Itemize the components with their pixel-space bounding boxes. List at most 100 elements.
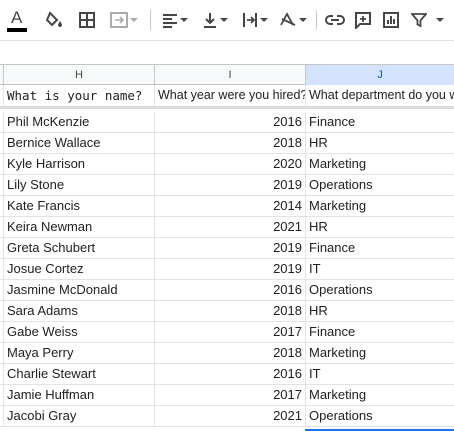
cell-department[interactable]: IT — [306, 259, 454, 279]
column-header-row: H I J — [0, 64, 454, 85]
text-color-button[interactable]: A — [4, 8, 30, 32]
cell-name[interactable]: Jamie Huffman — [4, 385, 155, 405]
cell-year[interactable]: 2016 — [155, 364, 306, 384]
table-row: Kate Francis 2014 Marketing — [0, 196, 454, 217]
text-wrapping-icon — [243, 13, 257, 27]
cell-year[interactable]: 2016 — [155, 112, 306, 132]
cell-year[interactable]: 2018 — [155, 301, 306, 321]
cell-department[interactable]: Marketing — [306, 343, 454, 363]
cell-year[interactable]: 2021 — [155, 217, 306, 237]
insert-comment-button[interactable] — [350, 8, 376, 32]
cell-department[interactable]: Operations — [306, 406, 454, 426]
merge-cells-icon — [110, 12, 128, 28]
filter-button[interactable] — [408, 8, 448, 32]
cell-department[interactable]: HR — [306, 217, 454, 237]
cell-department[interactable]: IT — [306, 364, 454, 384]
chevron-down-icon — [299, 18, 307, 22]
fill-color-button[interactable] — [42, 8, 68, 32]
cell-name[interactable]: Greta Schubert — [4, 238, 155, 258]
column-header-h[interactable]: H — [4, 65, 155, 85]
table-row: Lily Stone 2019 Operations — [0, 175, 454, 196]
cell-name[interactable]: Jacobi Gray — [4, 406, 155, 426]
column-header-j[interactable]: J — [306, 65, 454, 85]
cell-year[interactable]: 2019 — [155, 238, 306, 258]
insert-link-icon — [325, 15, 345, 25]
insert-chart-icon — [383, 12, 399, 28]
table-row: Jacobi Gray 2021 Operations — [0, 406, 454, 427]
vertical-align-button[interactable] — [198, 8, 232, 32]
cell-year[interactable]: 2016 — [155, 280, 306, 300]
table-row: Greta Schubert 2019 Finance — [0, 238, 454, 259]
table-row: Maya Perry 2018 Marketing — [0, 343, 454, 364]
cell-name[interactable]: Maya Perry — [4, 343, 155, 363]
cell-name[interactable]: Charlie Stewart — [4, 364, 155, 384]
chevron-down-icon — [260, 18, 268, 22]
cell-header-department[interactable]: What department do you work in? — [306, 85, 454, 106]
cell-department[interactable]: Marketing — [306, 385, 454, 405]
cell-name[interactable]: Kyle Harrison — [4, 154, 155, 174]
cell-department[interactable]: Finance — [306, 112, 454, 132]
table-row: Charlie Stewart 2016 IT — [0, 364, 454, 385]
cell-name[interactable]: Gabe Weiss — [4, 322, 155, 342]
cell-department[interactable]: HR — [306, 301, 454, 321]
text-color-icon: A — [7, 8, 27, 32]
cell-department[interactable]: HR — [306, 133, 454, 153]
cell-name[interactable]: Lily Stone — [4, 175, 155, 195]
cell-name[interactable]: Phil McKenzie — [4, 112, 155, 132]
cell-name[interactable]: Sara Adams — [4, 301, 155, 321]
cell-name[interactable]: Jasmine McDonald — [4, 280, 155, 300]
cell-year[interactable]: 2021 — [155, 406, 306, 426]
table-row: Jamie Huffman 2017 Marketing — [0, 385, 454, 406]
cell-name[interactable]: Josue Cortez — [4, 259, 155, 279]
cell-department[interactable]: Finance — [306, 238, 454, 258]
table-row: Bernice Wallace 2018 HR — [0, 133, 454, 154]
text-color-glyph: A — [11, 8, 23, 27]
table-row: Gabe Weiss 2017 Finance — [0, 322, 454, 343]
formula-bar[interactable] — [0, 40, 454, 65]
fill-color-icon — [45, 11, 62, 27]
insert-chart-button[interactable] — [378, 8, 404, 32]
cell-name[interactable]: Keira Newman — [4, 217, 155, 237]
cell-year[interactable]: 2019 — [155, 259, 306, 279]
table-row: Sara Adams 2018 HR — [0, 301, 454, 322]
cell-department[interactable]: Marketing — [306, 196, 454, 216]
cell-year[interactable]: 2018 — [155, 343, 306, 363]
insert-comment-icon — [355, 12, 371, 29]
chevron-down-icon — [220, 18, 228, 22]
filter-icon — [411, 13, 427, 28]
cell-year[interactable]: 2020 — [155, 154, 306, 174]
toolbar: A — [0, 0, 454, 40]
text-wrapping-button[interactable] — [238, 8, 272, 32]
cell-name[interactable]: Bernice Wallace — [4, 133, 155, 153]
table-header-row: What is your name? What year were you hi… — [0, 85, 454, 109]
cell-header-year[interactable]: What year were you hired? — [155, 85, 306, 106]
cell-department[interactable]: Marketing — [306, 154, 454, 174]
table-row: Kyle Harrison 2020 Marketing — [0, 154, 454, 175]
selection-border — [305, 429, 454, 431]
table-row: Jasmine McDonald 2016 Operations — [0, 280, 454, 301]
chevron-down-icon — [130, 18, 138, 22]
cell-year[interactable]: 2018 — [155, 133, 306, 153]
cell-year[interactable]: 2019 — [155, 175, 306, 195]
text-color-swatch — [7, 28, 27, 32]
toolbar-divider — [316, 10, 317, 30]
cell-department[interactable]: Operations — [306, 280, 454, 300]
cell-department[interactable]: Operations — [306, 175, 454, 195]
table-row: Josue Cortez 2019 IT — [0, 259, 454, 280]
text-rotation-button[interactable] — [276, 8, 310, 32]
cell-year[interactable]: 2017 — [155, 385, 306, 405]
vertical-align-icon — [204, 13, 216, 28]
cell-year[interactable]: 2014 — [155, 196, 306, 216]
horizontal-align-icon — [163, 14, 177, 28]
borders-button[interactable] — [74, 8, 100, 32]
column-header-i[interactable]: I — [155, 65, 306, 85]
cell-name[interactable]: Kate Francis — [4, 196, 155, 216]
insert-link-button[interactable] — [322, 8, 348, 32]
chevron-down-icon — [436, 18, 444, 22]
horizontal-align-button[interactable] — [158, 8, 192, 32]
merge-cells-button[interactable] — [104, 8, 144, 32]
cell-department[interactable]: Finance — [306, 322, 454, 342]
chevron-down-icon — [180, 18, 188, 22]
cell-header-name[interactable]: What is your name? — [4, 85, 155, 106]
cell-year[interactable]: 2017 — [155, 322, 306, 342]
